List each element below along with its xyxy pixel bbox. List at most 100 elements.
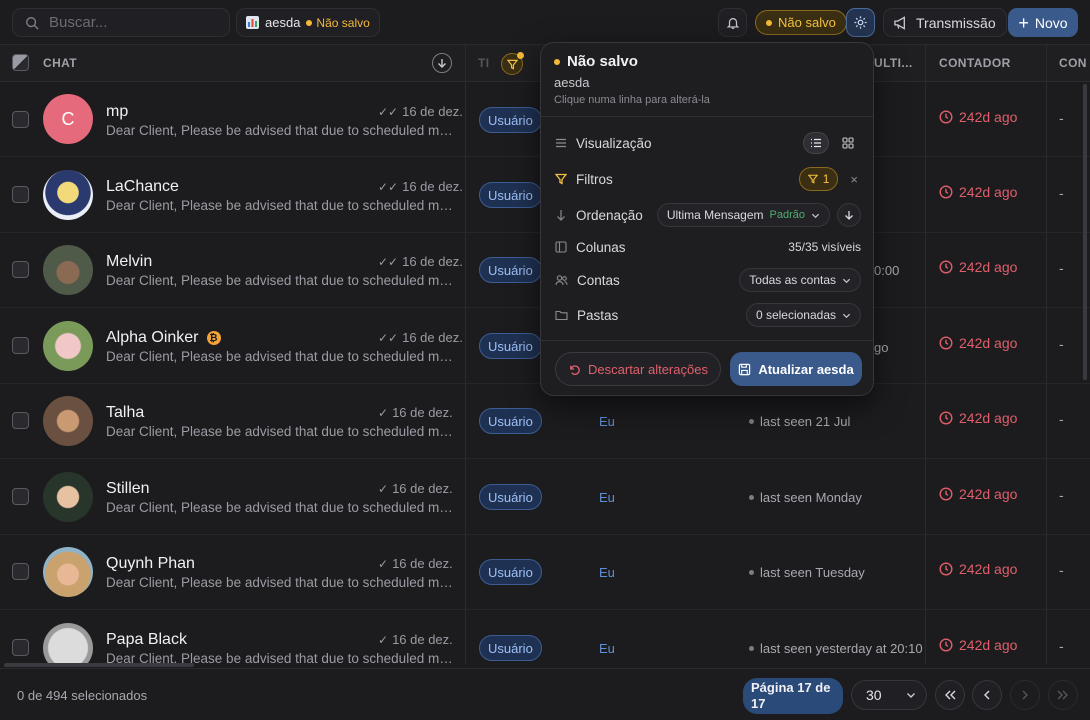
divider (541, 340, 873, 341)
folders-row[interactable]: Pastas 0 selecionadas (555, 303, 861, 327)
message-preview: Dear Client, Please be advised that due … (106, 424, 456, 439)
page-size-select[interactable]: 30 (851, 680, 927, 710)
user-type-badge[interactable]: Usuário (479, 408, 542, 434)
column-counter[interactable]: CONTADOR (939, 56, 1011, 70)
visualization-label: Visualização (576, 135, 652, 151)
filters-row[interactable]: Filtros 1 × (555, 167, 861, 191)
row-checkbox[interactable] (12, 488, 29, 505)
last-page-button[interactable] (1048, 680, 1078, 710)
avatar (43, 623, 93, 663)
row-checkbox[interactable] (12, 412, 29, 429)
search-input[interactable] (49, 14, 209, 31)
column-last-message[interactable]: ULTI... (874, 56, 913, 70)
clock-icon (939, 185, 953, 199)
search-box[interactable] (12, 8, 230, 37)
table-row[interactable]: Papa Black ✓ 16 de dez. Dear Client, Plea… (0, 611, 1090, 663)
assignee-link[interactable]: Eu (599, 490, 615, 505)
message-preview: Dear Client, Please be advised that due … (106, 273, 456, 288)
vertical-scrollbar[interactable] (1083, 84, 1087, 380)
chevron-down-icon (842, 313, 851, 318)
sort-row[interactable]: Ordenação Ultima Mensagem Padrão (555, 203, 861, 227)
accounts-select[interactable]: Todas as contas (739, 268, 861, 292)
users-icon (555, 275, 568, 286)
new-button[interactable]: + Novo (1008, 8, 1078, 37)
table-row[interactable]: Quynh Phan ✓ 16 de dez. Dear Client, Plea… (0, 535, 1090, 610)
double-check-icon: ✓✓ (378, 330, 399, 345)
assignee-link[interactable]: Eu (599, 414, 615, 429)
next-page-button[interactable] (1010, 680, 1040, 710)
user-type-badge[interactable]: Usuário (479, 257, 542, 283)
user-type-badge[interactable]: Usuário (479, 559, 542, 585)
previous-page-button[interactable] (972, 680, 1002, 710)
double-chevron-right-icon (1057, 690, 1068, 700)
sort-direction-toggle[interactable] (837, 203, 861, 227)
columns-icon (555, 241, 567, 253)
folders-label: Pastas (577, 307, 619, 323)
last-seen-text: go (874, 340, 889, 355)
column-con[interactable]: CON (1059, 56, 1087, 70)
sort-field-select[interactable]: Ultima Mensagem Padrão (656, 203, 830, 227)
row-checkbox[interactable] (12, 111, 29, 128)
view-settings-button[interactable] (846, 8, 875, 37)
discard-changes-button[interactable]: Descartar alterações (555, 352, 721, 386)
double-check-icon: ✓✓ (378, 254, 399, 269)
column-chat[interactable]: CHAT (43, 56, 77, 70)
assignee-link[interactable]: Eu (599, 565, 615, 580)
first-page-button[interactable] (935, 680, 965, 710)
user-type-badge[interactable]: Usuário (479, 107, 542, 133)
check-icon: ✓ (378, 556, 389, 571)
row-checkbox[interactable] (12, 186, 29, 203)
bitcoin-icon: ₿ (206, 331, 221, 345)
broadcast-button[interactable]: Transmissão (883, 8, 1007, 37)
update-label: Atualizar aesda (758, 361, 854, 377)
avatar (43, 245, 93, 295)
column-filter-button[interactable] (501, 52, 524, 75)
visualization-row[interactable]: Visualização (555, 131, 861, 155)
filter-count-pill[interactable]: 1 (798, 167, 839, 191)
select-all-checkbox[interactable] (12, 54, 29, 71)
chat-name: Quynh Phan (106, 555, 195, 572)
view-mode-toggle[interactable] (803, 132, 861, 154)
row-checkbox[interactable] (12, 337, 29, 354)
unsaved-pill[interactable]: Não salvo (755, 10, 847, 35)
filter-icon (555, 173, 567, 185)
message-date: ✓ 16 de dez. (378, 632, 453, 647)
clock-icon (939, 638, 953, 652)
clear-filters-icon[interactable]: × (850, 172, 858, 187)
extra-value: - (1059, 185, 1064, 201)
last-seen-text: 0:00 (874, 263, 900, 278)
row-checkbox[interactable] (12, 261, 29, 278)
row-checkbox[interactable] (12, 639, 29, 656)
sort-direction-button[interactable] (432, 53, 452, 73)
message-preview: Dear Client, Please be advised that due … (106, 349, 456, 364)
user-type-badge[interactable]: Usuário (479, 182, 542, 208)
horizontal-scrollbar[interactable] (4, 663, 194, 667)
grid-view-icon[interactable] (835, 132, 861, 154)
chevron-right-icon (1022, 690, 1028, 700)
table-row[interactable]: Stillen ✓ 16 de dez. Dear Client, Please … (0, 460, 1090, 535)
column-type[interactable]: TI (478, 56, 489, 70)
chat-name: Melvin (106, 253, 153, 270)
accounts-row[interactable]: Contas Todas as contas (555, 268, 861, 292)
message-date: ✓ 16 de dez. (378, 481, 453, 496)
update-view-button[interactable]: Atualizar aesda (730, 352, 862, 386)
columns-row[interactable]: Colunas 35/35 visíveis (555, 235, 861, 259)
view-chip[interactable]: aesda Não salvo (236, 8, 380, 37)
chat-name: LaChance (106, 178, 179, 195)
discard-label: Descartar alterações (588, 361, 708, 377)
last-seen: last seen 21 Jul (749, 414, 850, 429)
folders-select[interactable]: 0 selecionadas (745, 303, 861, 327)
user-type-badge[interactable]: Usuário (479, 333, 542, 359)
counter-value: 242d ago (939, 561, 1017, 577)
assignee-link[interactable]: Eu (599, 641, 615, 656)
message-date: ✓ 16 de dez. (378, 405, 453, 420)
notifications-button[interactable] (718, 8, 747, 37)
user-type-badge[interactable]: Usuário (479, 484, 542, 510)
user-type-badge[interactable]: Usuário (479, 635, 542, 661)
chevron-down-icon (907, 693, 915, 698)
last-seen: last seen Tuesday (749, 565, 865, 580)
table-row[interactable]: Talha ✓ 16 de dez. Dear Client, Please be… (0, 384, 1090, 459)
list-view-icon[interactable] (803, 132, 829, 154)
chart-icon (246, 16, 259, 29)
row-checkbox[interactable] (12, 563, 29, 580)
